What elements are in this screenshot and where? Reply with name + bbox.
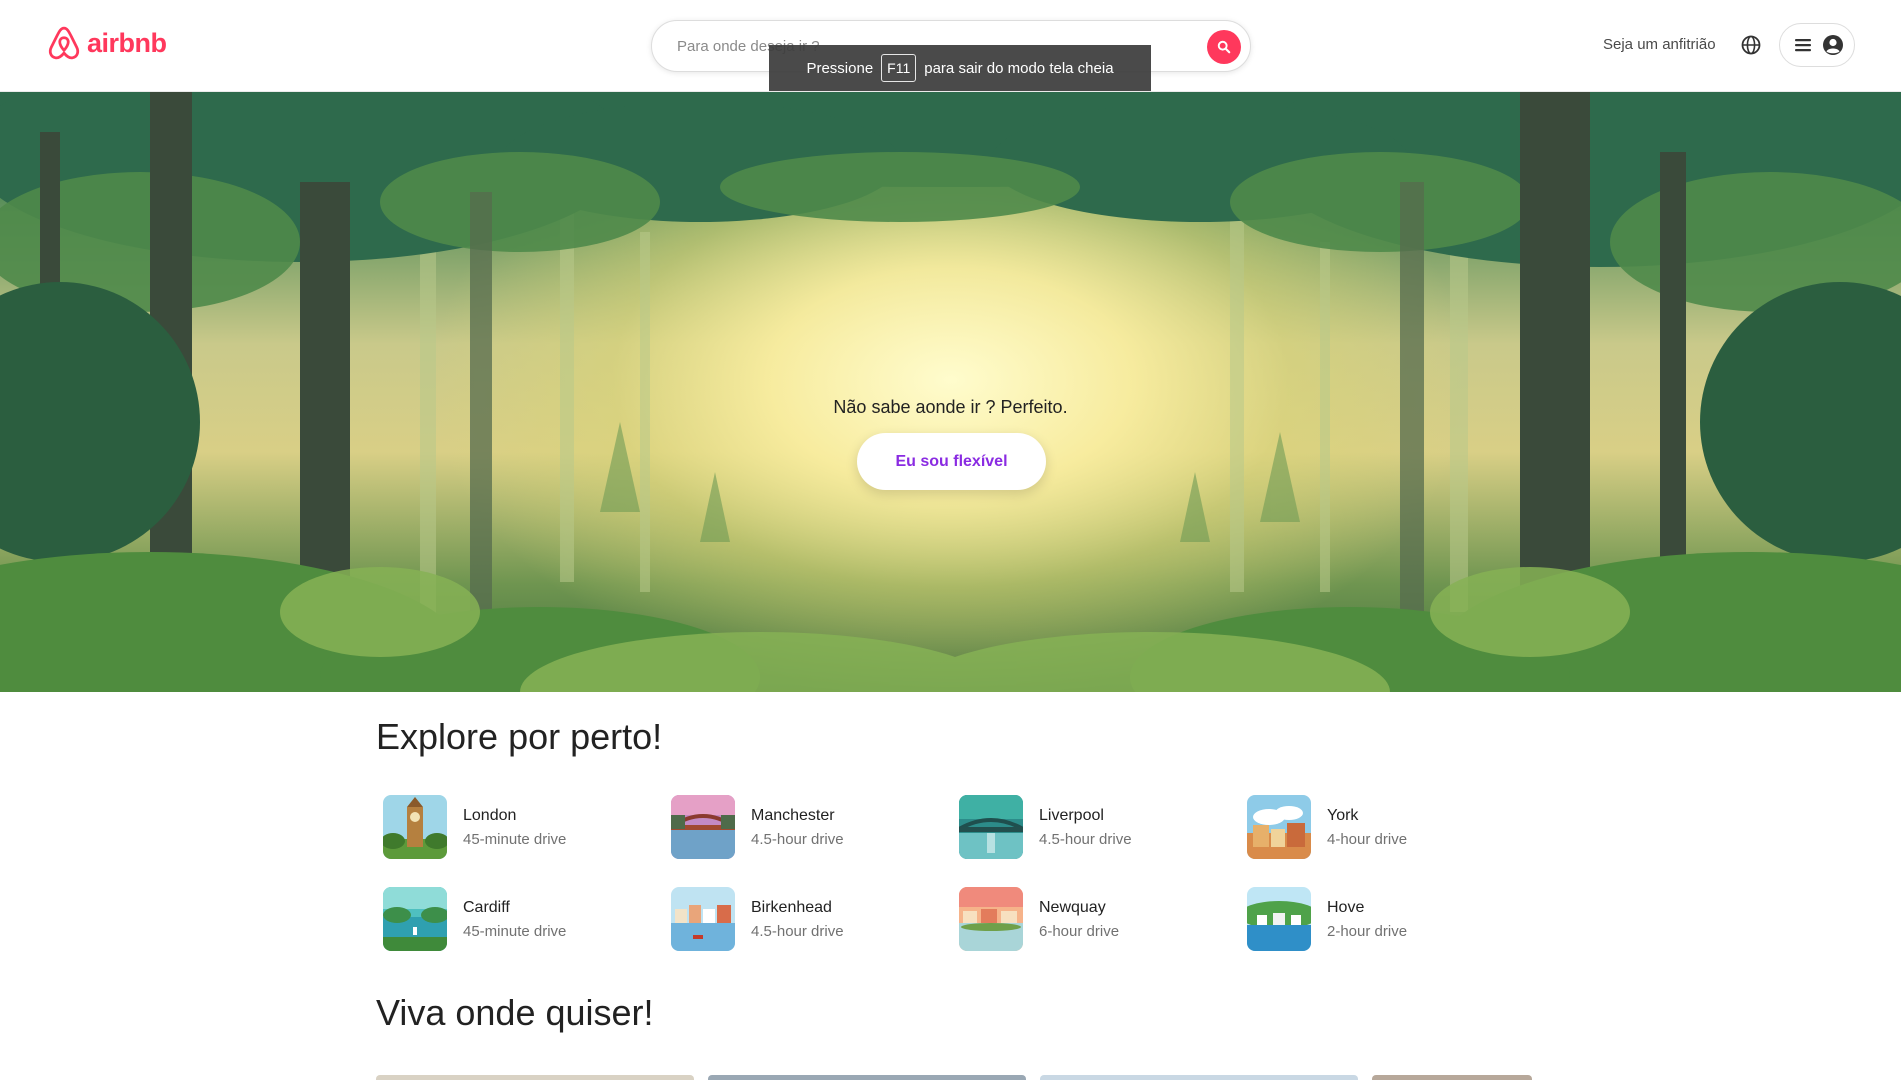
hove-thumbnail	[1247, 887, 1311, 951]
logo-text: airbnb	[87, 27, 167, 58]
live-anywhere-heading: Viva onde quiser!	[376, 992, 654, 1033]
birkenhead-thumbnail	[671, 887, 735, 951]
liverpool-thumbnail	[959, 795, 1023, 859]
destination-name: Newquay	[1039, 898, 1106, 916]
destination-name: Birkenhead	[751, 898, 832, 916]
hero-tagline: Não sabe aonde ir ? Perfeito.	[833, 397, 1068, 417]
destination-card-london[interactable]: London 45-minute drive	[383, 795, 671, 859]
destination-name: York	[1327, 806, 1359, 824]
toast-text-before: Pressione	[806, 59, 874, 77]
nearby-destinations-grid: London 45-minute drive Manchester 4.5-ho…	[383, 795, 1543, 951]
live-card-2-edge[interactable]	[708, 1075, 1026, 1080]
destination-drive-time: 4.5-hour drive	[751, 830, 844, 848]
destination-drive-time: 2-hour drive	[1327, 922, 1408, 940]
destination-drive-time: 45-minute drive	[463, 830, 567, 848]
airbnb-logo[interactable]: airbnb	[47, 25, 167, 61]
destination-name: Manchester	[751, 806, 835, 824]
york-thumbnail	[1247, 795, 1311, 859]
destination-card-york[interactable]: York 4-hour drive	[1247, 795, 1535, 859]
destination-card-liverpool[interactable]: Liverpool 4.5-hour drive	[959, 795, 1247, 859]
menu-icon	[1795, 39, 1811, 52]
destination-card-cardiff[interactable]: Cardiff 45-minute drive	[383, 887, 671, 951]
live-card-1-edge[interactable]	[376, 1075, 694, 1080]
destination-name: Hove	[1327, 898, 1365, 916]
destination-name: Liverpool	[1039, 806, 1104, 824]
globe-icon[interactable]	[1740, 34, 1762, 56]
destination-drive-time: 6-hour drive	[1039, 922, 1120, 940]
destination-card-hove[interactable]: Hove 2-hour drive	[1247, 887, 1535, 951]
toast-key: F11	[881, 54, 917, 82]
fullscreen-toast: Pressione F11 para sair do modo tela che…	[769, 45, 1151, 91]
destination-drive-time: 4.5-hour drive	[751, 922, 844, 940]
live-card-4-edge[interactable]	[1372, 1075, 1532, 1080]
destination-card-newquay[interactable]: Newquay 6-hour drive	[959, 887, 1247, 951]
profile-menu-button[interactable]	[1779, 23, 1855, 67]
destination-name: London	[463, 806, 517, 824]
forest-illustration	[0, 92, 1901, 692]
search-icon	[1217, 40, 1231, 54]
explore-nearby-heading: Explore por perto!	[376, 716, 663, 757]
newquay-thumbnail	[959, 887, 1023, 951]
user-avatar-icon	[1823, 35, 1843, 55]
hero-banner: Não sabe aonde ir ? Perfeito. Eu sou fle…	[0, 92, 1901, 692]
airbnb-logo-icon	[48, 26, 80, 60]
destination-card-birkenhead[interactable]: Birkenhead 4.5-hour drive	[671, 887, 959, 951]
manchester-thumbnail	[671, 795, 735, 859]
live-card-3-edge[interactable]	[1040, 1075, 1358, 1080]
destination-drive-time: 4-hour drive	[1327, 830, 1408, 848]
destination-drive-time: 45-minute drive	[463, 922, 567, 940]
london-thumbnail	[383, 795, 447, 859]
destination-drive-time: 4.5-hour drive	[1039, 830, 1132, 848]
cardiff-thumbnail	[383, 887, 447, 951]
im-flexible-button[interactable]: Eu sou flexível	[857, 433, 1046, 490]
search-button[interactable]	[1207, 30, 1241, 64]
toast-text-after: para sair do modo tela cheia	[924, 59, 1114, 77]
become-host-link[interactable]: Seja um anfitrião	[1603, 36, 1716, 53]
destination-name: Cardiff	[463, 898, 510, 916]
destination-card-manchester[interactable]: Manchester 4.5-hour drive	[671, 795, 959, 859]
